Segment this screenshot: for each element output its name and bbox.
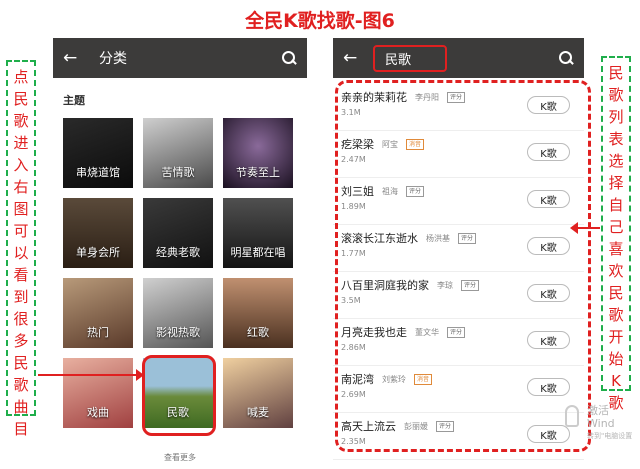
annotation-char: 目 [13,420,29,438]
watermark-line-1: 激活 Wind [587,404,615,430]
annotation-char: 歌 [13,112,29,130]
theme-tile-label: 苦情歌 [161,166,195,179]
annotation-char: 民 [13,90,29,108]
theme-tile[interactable]: 经典老歌 [143,198,213,268]
annotation-char: 表 [608,130,624,148]
theme-tile-label: 喊麦 [247,406,269,419]
arrow-to-song-list [570,222,600,234]
annotation-char: 列 [608,108,624,126]
theme-tile-label: 戏曲 [87,406,109,419]
annotation-char: 进 [13,134,29,152]
annotation-char: 开 [608,328,624,346]
theme-tile-label: 经典老歌 [156,246,200,259]
theme-tile-label: 串烧道馆 [76,166,120,179]
annotation-char: 曲 [13,398,29,416]
section-heading: 主题 [63,94,85,107]
theme-tile-label: 影视热歌 [156,326,200,339]
back-arrow-icon[interactable]: ← [343,48,365,68]
annotation-char: 欢 [608,262,624,280]
search-input[interactable]: 民歌 [373,44,447,72]
annotation-char: 己 [608,218,624,236]
annotation-char: 以 [13,244,29,262]
theme-tile-label: 明星都在唱 [230,246,286,259]
theme-tile-label: 红歌 [247,326,269,339]
annotation-char: 自 [608,196,624,214]
page-title: 全民K歌找歌-图6 [245,10,395,32]
activation-watermark: 激活 Wind 转到"电脑设置 [587,404,640,443]
annotation-char: 多 [13,332,29,350]
left-annotation: 点民歌进入右图可以看到很多民歌曲目 [6,60,36,438]
annotation-char: 很 [13,310,29,328]
annotation-char: 看 [13,266,29,284]
annotation-char: 民 [13,354,29,372]
theme-tile-label: 节奏至上 [236,166,280,179]
annotation-char: 入 [13,156,29,174]
key-icon [565,405,579,427]
annotation-char: 点 [13,68,29,86]
annotation-char: 图 [13,200,29,218]
back-arrow-icon[interactable]: ← [63,48,85,68]
theme-tile[interactable]: 单身会所 [63,198,133,268]
search-appbar: ← 民歌 [333,38,584,78]
watermark-line-2: 转到"电脑设置 [587,432,633,440]
category-appbar: ← 分类 [53,38,307,78]
theme-tile[interactable]: 串烧道馆 [63,118,133,188]
annotation-char: 歌 [608,306,624,324]
right-annotation: 民歌列表选择自己喜欢民歌开始K歌 [601,56,631,412]
annotation-char: 可 [13,222,29,240]
search-icon[interactable] [558,50,574,66]
annotation-char: 喜 [608,240,624,258]
annotation-char: K [611,372,621,390]
annotation-char: 到 [13,288,29,306]
highlight-song-list [335,80,591,452]
annotation-char: 民 [608,64,624,82]
view-more-link[interactable]: 查看更多 [53,452,307,463]
annotation-char: 择 [608,174,624,192]
theme-tile[interactable]: 影视热歌 [143,278,213,348]
annotation-char: 歌 [608,86,624,104]
theme-tile[interactable]: 热门 [63,278,133,348]
annotation-char: 选 [608,152,624,170]
highlight-folk-tile [142,355,216,436]
theme-tile[interactable]: 苦情歌 [143,118,213,188]
annotation-char: 始 [608,350,624,368]
arrow-to-folk-tile [38,369,144,381]
annotation-char: 歌 [13,376,29,394]
theme-tile[interactable]: 戏曲 [63,358,133,428]
theme-tile-label: 单身会所 [76,246,120,259]
theme-tile[interactable]: 明星都在唱 [223,198,293,268]
theme-tile[interactable]: 节奏至上 [223,118,293,188]
theme-tile[interactable]: 红歌 [223,278,293,348]
search-icon[interactable] [281,50,297,66]
annotation-char: 右 [13,178,29,196]
annotation-char: 民 [608,284,624,302]
category-title: 分类 [99,51,127,67]
theme-tile-label: 热门 [87,326,109,339]
theme-tile[interactable]: 喊麦 [223,358,293,428]
